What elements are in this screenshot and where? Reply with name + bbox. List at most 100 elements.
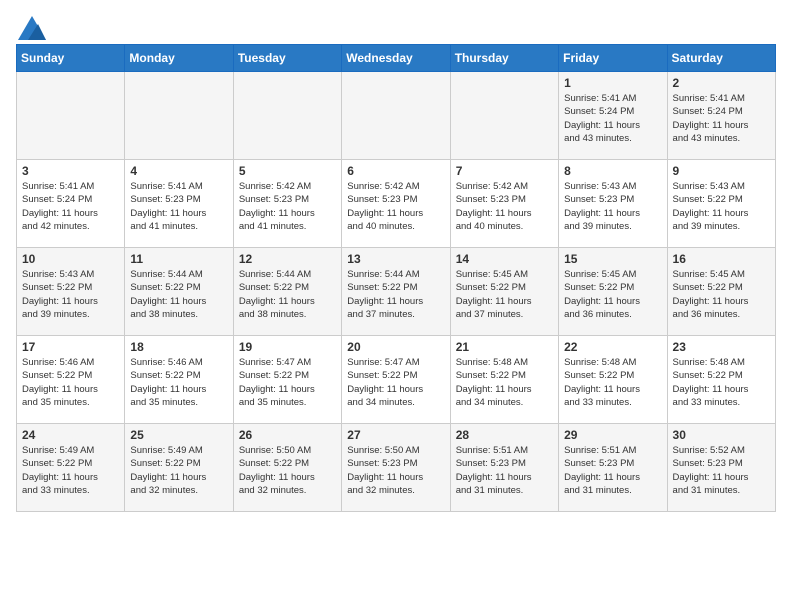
day-number: 23	[673, 340, 770, 354]
day-info: Sunrise: 5:50 AM Sunset: 5:23 PM Dayligh…	[347, 444, 444, 497]
calendar-cell: 10 Sunrise: 5:43 AM Sunset: 5:22 PM Dayli…	[17, 248, 125, 336]
day-info: Sunrise: 5:41 AM Sunset: 5:24 PM Dayligh…	[22, 180, 119, 233]
day-number: 10	[22, 252, 119, 266]
calendar-cell: 9Sunrise: 5:43 AM Sunset: 5:22 PM Daylig…	[667, 160, 775, 248]
day-info: Sunrise: 5:45 AM Sunset: 5:22 PM Dayligh…	[564, 268, 661, 321]
day-info: Sunrise: 5:44 AM Sunset: 5:22 PM Dayligh…	[130, 268, 227, 321]
calendar-cell: 16Sunrise: 5:45 AM Sunset: 5:22 PM Dayli…	[667, 248, 775, 336]
day-info: Sunrise: 5:42 AM Sunset: 5:23 PM Dayligh…	[239, 180, 336, 233]
day-info: Sunrise: 5:47 AM Sunset: 5:22 PM Dayligh…	[347, 356, 444, 409]
day-number: 1	[564, 76, 661, 90]
calendar-cell: 14Sunrise: 5:45 AM Sunset: 5:22 PM Dayli…	[450, 248, 558, 336]
calendar-cell: 23 Sunrise: 5:48 AM Sunset: 5:22 PM Dayli…	[667, 336, 775, 424]
day-number: 13	[347, 252, 444, 266]
calendar-cell: 8Sunrise: 5:43 AM Sunset: 5:23 PM Daylig…	[559, 160, 667, 248]
day-info: Sunrise: 5:43 AM Sunset: 5:23 PM Dayligh…	[564, 180, 661, 233]
calendar-table: SundayMondayTuesdayWednesdayThursdayFrid…	[16, 44, 776, 512]
calendar-cell: 24 Sunrise: 5:49 AM Sunset: 5:22 PM Dayli…	[17, 424, 125, 512]
day-info: Sunrise: 5:50 AM Sunset: 5:22 PM Dayligh…	[239, 444, 336, 497]
day-number: 29	[564, 428, 661, 442]
day-info: Sunrise: 5:42 AM Sunset: 5:23 PM Dayligh…	[347, 180, 444, 233]
day-info: Sunrise: 5:41 AM Sunset: 5:24 PM Dayligh…	[673, 92, 770, 145]
calendar-cell: 18Sunrise: 5:46 AM Sunset: 5:22 PM Dayli…	[125, 336, 233, 424]
day-number: 25	[130, 428, 227, 442]
logo	[16, 16, 46, 36]
calendar-cell: 15 Sunrise: 5:45 AM Sunset: 5:22 PM Dayli…	[559, 248, 667, 336]
calendar-cell: 5 Sunrise: 5:42 AM Sunset: 5:23 PM Daylig…	[233, 160, 341, 248]
column-header-sunday: Sunday	[17, 45, 125, 72]
day-number: 7	[456, 164, 553, 178]
calendar-cell: 26 Sunrise: 5:50 AM Sunset: 5:22 PM Dayli…	[233, 424, 341, 512]
day-number: 27	[347, 428, 444, 442]
day-info: Sunrise: 5:48 AM Sunset: 5:22 PM Dayligh…	[673, 356, 770, 409]
logo-icon	[18, 16, 46, 40]
day-number: 17	[22, 340, 119, 354]
calendar-cell: 2 Sunrise: 5:41 AM Sunset: 5:24 PM Daylig…	[667, 72, 775, 160]
calendar-cell	[17, 72, 125, 160]
day-number: 22	[564, 340, 661, 354]
calendar-cell: 11 Sunrise: 5:44 AM Sunset: 5:22 PM Dayli…	[125, 248, 233, 336]
day-number: 24	[22, 428, 119, 442]
day-number: 12	[239, 252, 336, 266]
day-info: Sunrise: 5:41 AM Sunset: 5:24 PM Dayligh…	[564, 92, 661, 145]
day-number: 26	[239, 428, 336, 442]
day-info: Sunrise: 5:48 AM Sunset: 5:22 PM Dayligh…	[564, 356, 661, 409]
week-row-1: 1 Sunrise: 5:41 AM Sunset: 5:24 PM Daylig…	[17, 72, 776, 160]
day-number: 18	[130, 340, 227, 354]
day-number: 6	[347, 164, 444, 178]
day-number: 11	[130, 252, 227, 266]
calendar-cell: 6 Sunrise: 5:42 AM Sunset: 5:23 PM Daylig…	[342, 160, 450, 248]
calendar-cell: 12 Sunrise: 5:44 AM Sunset: 5:22 PM Dayli…	[233, 248, 341, 336]
week-row-4: 17 Sunrise: 5:46 AM Sunset: 5:22 PM Dayli…	[17, 336, 776, 424]
page-header	[16, 16, 776, 36]
day-number: 16	[673, 252, 770, 266]
day-number: 28	[456, 428, 553, 442]
calendar-cell: 3 Sunrise: 5:41 AM Sunset: 5:24 PM Daylig…	[17, 160, 125, 248]
day-info: Sunrise: 5:51 AM Sunset: 5:23 PM Dayligh…	[456, 444, 553, 497]
day-info: Sunrise: 5:45 AM Sunset: 5:22 PM Dayligh…	[456, 268, 553, 321]
day-info: Sunrise: 5:44 AM Sunset: 5:22 PM Dayligh…	[239, 268, 336, 321]
day-info: Sunrise: 5:47 AM Sunset: 5:22 PM Dayligh…	[239, 356, 336, 409]
day-info: Sunrise: 5:48 AM Sunset: 5:22 PM Dayligh…	[456, 356, 553, 409]
calendar-cell: 25 Sunrise: 5:49 AM Sunset: 5:22 PM Dayli…	[125, 424, 233, 512]
calendar-cell: 17 Sunrise: 5:46 AM Sunset: 5:22 PM Dayli…	[17, 336, 125, 424]
day-number: 15	[564, 252, 661, 266]
day-info: Sunrise: 5:51 AM Sunset: 5:23 PM Dayligh…	[564, 444, 661, 497]
calendar-cell: 29 Sunrise: 5:51 AM Sunset: 5:23 PM Dayli…	[559, 424, 667, 512]
calendar-cell: 27 Sunrise: 5:50 AM Sunset: 5:23 PM Dayli…	[342, 424, 450, 512]
calendar-cell: 1 Sunrise: 5:41 AM Sunset: 5:24 PM Daylig…	[559, 72, 667, 160]
calendar-cell: 30Sunrise: 5:52 AM Sunset: 5:23 PM Dayli…	[667, 424, 775, 512]
week-row-2: 3 Sunrise: 5:41 AM Sunset: 5:24 PM Daylig…	[17, 160, 776, 248]
calendar-cell: 28 Sunrise: 5:51 AM Sunset: 5:23 PM Dayli…	[450, 424, 558, 512]
day-info: Sunrise: 5:42 AM Sunset: 5:23 PM Dayligh…	[456, 180, 553, 233]
column-header-friday: Friday	[559, 45, 667, 72]
day-number: 19	[239, 340, 336, 354]
day-info: Sunrise: 5:49 AM Sunset: 5:22 PM Dayligh…	[22, 444, 119, 497]
column-header-saturday: Saturday	[667, 45, 775, 72]
calendar-header-row: SundayMondayTuesdayWednesdayThursdayFrid…	[17, 45, 776, 72]
day-number: 4	[130, 164, 227, 178]
column-header-wednesday: Wednesday	[342, 45, 450, 72]
calendar-cell: 13 Sunrise: 5:44 AM Sunset: 5:22 PM Dayli…	[342, 248, 450, 336]
day-number: 2	[673, 76, 770, 90]
calendar-cell: 7 Sunrise: 5:42 AM Sunset: 5:23 PM Daylig…	[450, 160, 558, 248]
calendar-cell	[450, 72, 558, 160]
column-header-tuesday: Tuesday	[233, 45, 341, 72]
day-number: 3	[22, 164, 119, 178]
day-number: 21	[456, 340, 553, 354]
day-info: Sunrise: 5:41 AM Sunset: 5:23 PM Dayligh…	[130, 180, 227, 233]
calendar-cell	[342, 72, 450, 160]
calendar-cell	[125, 72, 233, 160]
day-number: 5	[239, 164, 336, 178]
day-info: Sunrise: 5:43 AM Sunset: 5:22 PM Dayligh…	[673, 180, 770, 233]
day-info: Sunrise: 5:44 AM Sunset: 5:22 PM Dayligh…	[347, 268, 444, 321]
day-info: Sunrise: 5:52 AM Sunset: 5:23 PM Dayligh…	[673, 444, 770, 497]
calendar-cell: 19 Sunrise: 5:47 AM Sunset: 5:22 PM Dayli…	[233, 336, 341, 424]
day-info: Sunrise: 5:49 AM Sunset: 5:22 PM Dayligh…	[130, 444, 227, 497]
calendar-cell: 21 Sunrise: 5:48 AM Sunset: 5:22 PM Dayli…	[450, 336, 558, 424]
week-row-5: 24 Sunrise: 5:49 AM Sunset: 5:22 PM Dayli…	[17, 424, 776, 512]
calendar-cell: 4 Sunrise: 5:41 AM Sunset: 5:23 PM Daylig…	[125, 160, 233, 248]
day-info: Sunrise: 5:46 AM Sunset: 5:22 PM Dayligh…	[22, 356, 119, 409]
day-info: Sunrise: 5:43 AM Sunset: 5:22 PM Dayligh…	[22, 268, 119, 321]
column-header-thursday: Thursday	[450, 45, 558, 72]
